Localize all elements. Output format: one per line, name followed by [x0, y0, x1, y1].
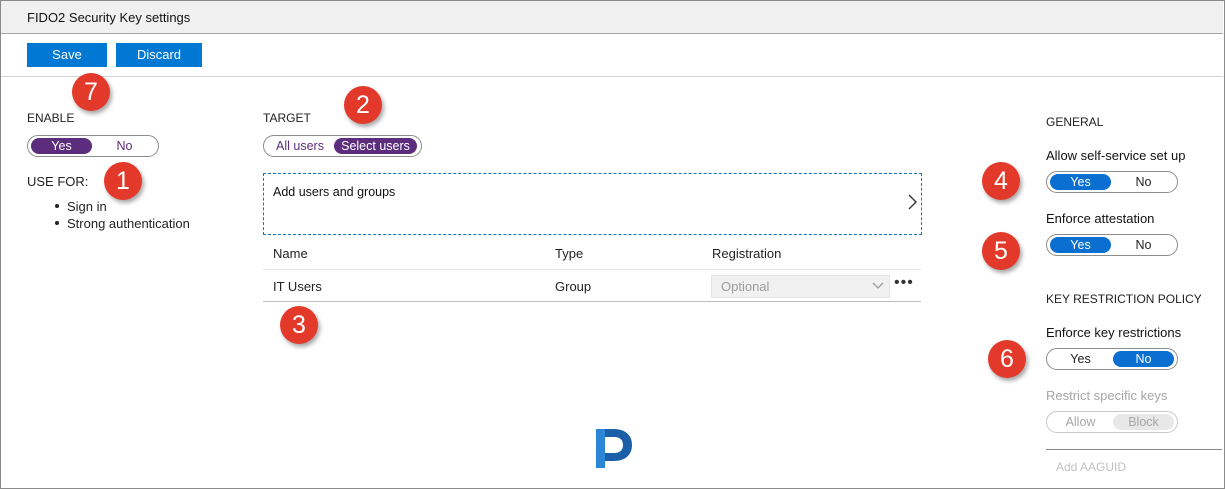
row-name-cell: IT Users	[273, 279, 322, 294]
list-item: Sign in	[54, 198, 190, 215]
annotation-badge: 3	[280, 306, 318, 344]
table-header-divider	[263, 269, 921, 270]
enforce-no-option[interactable]: No	[1113, 351, 1174, 367]
more-options-icon[interactable]: •••	[894, 275, 914, 291]
chevron-down-icon	[872, 282, 884, 289]
restrict-specific-keys-toggle[interactable]: Allow Block	[1046, 411, 1178, 433]
row-type-cell: Group	[555, 279, 592, 294]
title-bar: FIDO2 Security Key settings	[1, 1, 1223, 34]
column-header-name: Name	[273, 246, 308, 261]
column-header-type: Type	[555, 246, 584, 261]
enforce-yes-option[interactable]: Yes	[1050, 351, 1111, 367]
list-item: Strong authentication	[54, 215, 190, 232]
add-users-label: Add users and groups	[273, 185, 396, 199]
enforce-key-restrictions-label: Enforce key restrictions	[1046, 325, 1182, 340]
target-select-users-option[interactable]: Select users	[334, 138, 417, 154]
restrict-block-option[interactable]: Block	[1113, 414, 1174, 430]
use-for-heading: USE FOR:	[27, 174, 89, 189]
enforce-key-restrictions-toggle[interactable]: Yes No	[1046, 348, 1178, 370]
chevron-right-icon	[908, 194, 917, 210]
column-header-registration: Registration	[712, 246, 782, 261]
annotation-badge: 2	[344, 86, 382, 124]
enable-toggle[interactable]: Yes No	[27, 135, 159, 157]
annotation-badge: 7	[72, 73, 110, 111]
annotation-badge: 5	[982, 232, 1020, 270]
registration-value: Optional	[721, 279, 770, 294]
annotation-badge: 4	[982, 162, 1020, 200]
enable-heading: ENABLE	[27, 111, 75, 125]
attestation-yes-option[interactable]: Yes	[1050, 237, 1111, 253]
registration-dropdown[interactable]: Optional	[711, 275, 890, 298]
add-aaguid-link[interactable]: Add AAGUID	[1056, 460, 1126, 474]
attestation-toggle[interactable]: Yes No	[1046, 234, 1178, 256]
window-title: FIDO2 Security Key settings	[27, 10, 191, 25]
add-users-and-groups-box[interactable]: Add users and groups	[263, 173, 922, 235]
self-service-toggle[interactable]: Yes No	[1046, 171, 1178, 193]
enable-no-option[interactable]: No	[94, 138, 155, 154]
target-toggle[interactable]: All users Select users	[263, 135, 422, 157]
enable-yes-option[interactable]: Yes	[31, 138, 92, 154]
annotation-badge: 1	[104, 162, 142, 200]
save-button[interactable]: Save	[27, 43, 107, 67]
window-frame	[0, 0, 1225, 489]
self-service-label: Allow self-service set up	[1046, 148, 1186, 163]
attestation-label: Enforce attestation	[1046, 211, 1155, 226]
annotation-badge: 6	[988, 340, 1026, 378]
logo-letter: P	[614, 450, 615, 452]
table-row-divider	[263, 301, 921, 302]
logo-icon: P	[596, 429, 632, 468]
discard-button[interactable]: Discard	[116, 43, 202, 67]
attestation-no-option[interactable]: No	[1113, 237, 1174, 253]
restrict-allow-option[interactable]: Allow	[1050, 414, 1111, 430]
self-service-yes-option[interactable]: Yes	[1050, 174, 1111, 190]
self-service-no-option[interactable]: No	[1113, 174, 1174, 190]
target-heading: TARGET	[263, 111, 311, 125]
restrict-specific-keys-label: Restrict specific keys	[1046, 388, 1168, 403]
target-all-users-option[interactable]: All users	[267, 138, 333, 154]
general-heading: GENERAL	[1046, 115, 1104, 129]
key-restriction-heading: KEY RESTRICTION POLICY	[1046, 292, 1202, 306]
aaguid-divider	[1046, 449, 1222, 450]
toolbar-divider	[1, 76, 1223, 77]
use-for-list: Sign in Strong authentication	[54, 198, 190, 232]
